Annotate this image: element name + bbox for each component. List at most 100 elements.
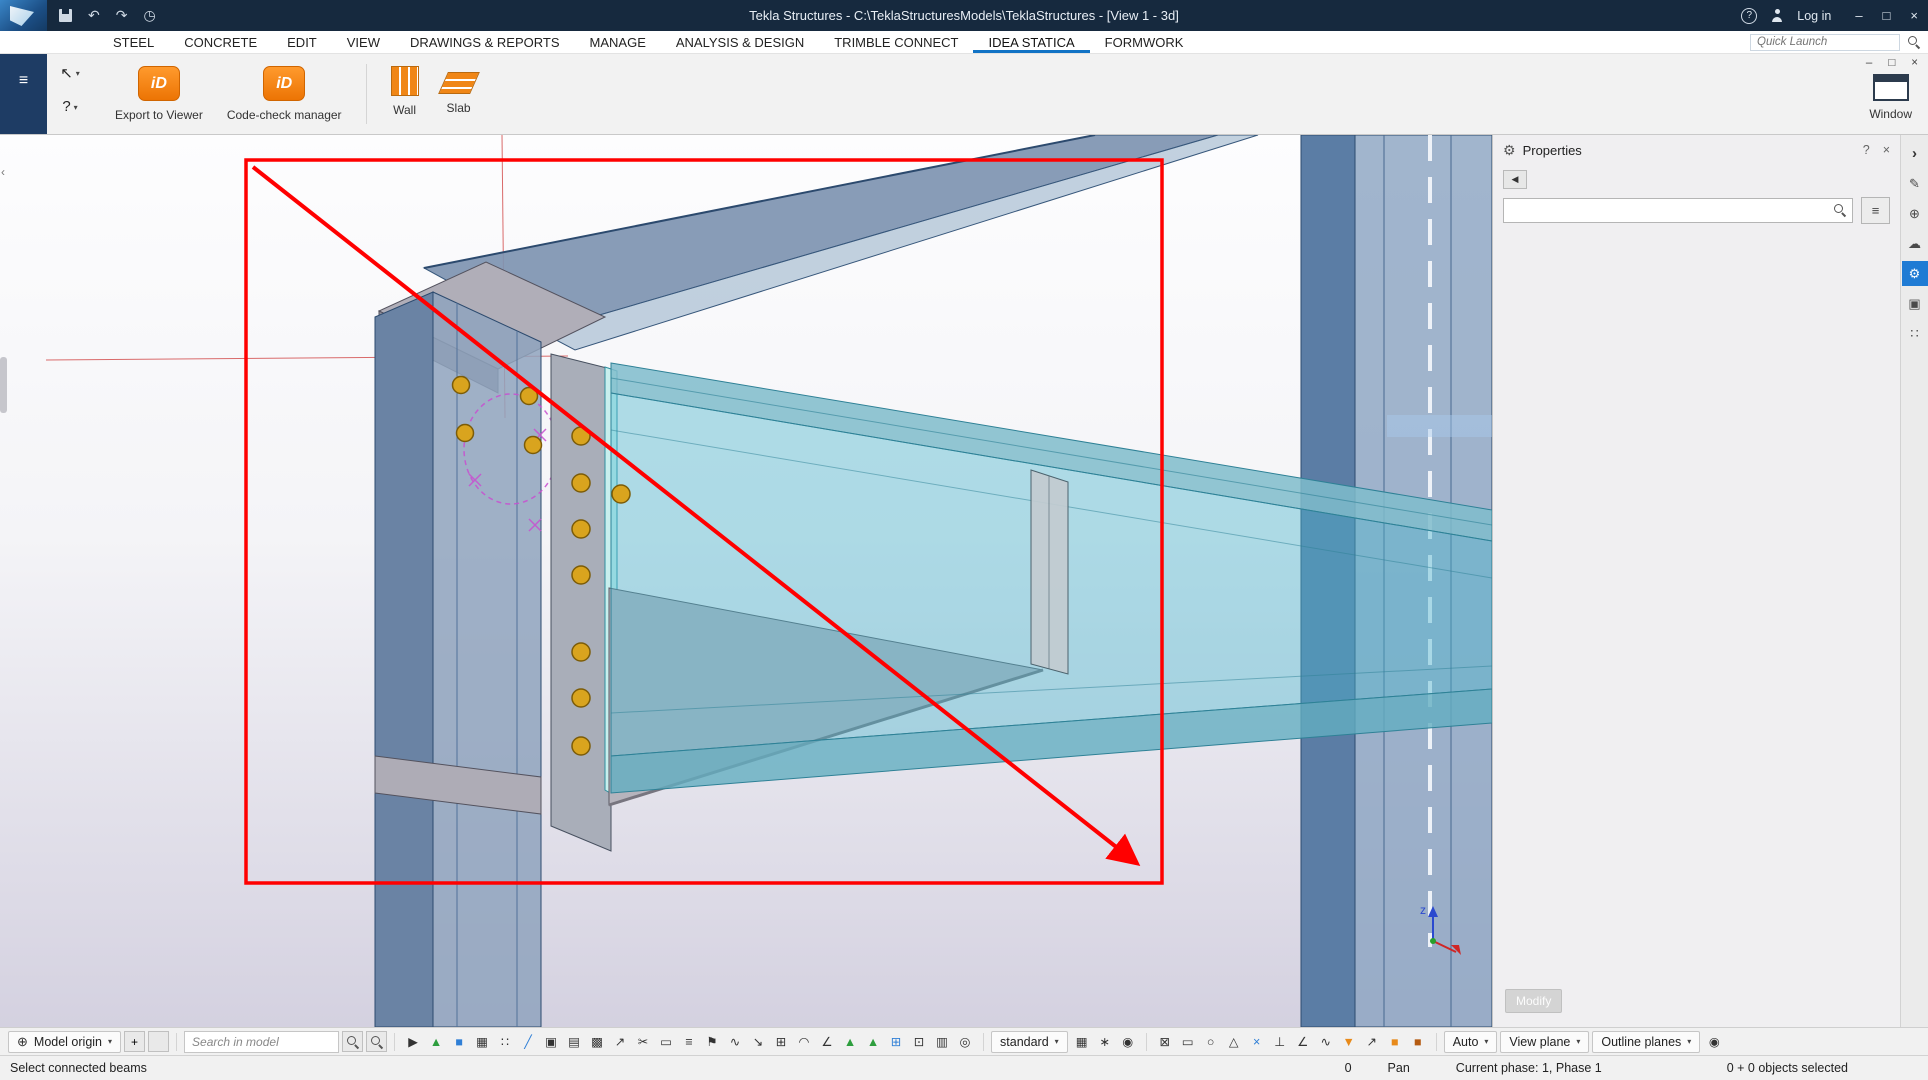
chevron-down-icon[interactable]: ▾: [74, 103, 78, 112]
trimble-connect-cloud-icon[interactable]: ☁: [1902, 231, 1928, 256]
snap-perpendicular-icon[interactable]: ⊥: [1269, 1031, 1291, 1053]
visibility-eye-icon[interactable]: ◉: [1117, 1031, 1139, 1053]
select-cuts-icon[interactable]: ✂: [632, 1031, 654, 1053]
context-help-tool-button[interactable]: ? ▾: [62, 98, 77, 115]
save-icon[interactable]: [59, 9, 72, 22]
snap-plane-icon[interactable]: ■: [1384, 1031, 1406, 1053]
tab-edit[interactable]: EDIT: [272, 31, 332, 53]
origin-toggle-button[interactable]: [148, 1031, 169, 1052]
model-search-input[interactable]: [184, 1031, 339, 1053]
snap-ortho-icon[interactable]: ■: [1407, 1031, 1429, 1053]
properties-search-input[interactable]: [1503, 198, 1853, 223]
tab-idea-statica[interactable]: IDEA STATICA: [973, 31, 1089, 53]
snap-depth-icon[interactable]: ▼: [1338, 1031, 1360, 1053]
select-lines-icon[interactable]: ╱: [517, 1031, 539, 1053]
select-grid-lines-icon[interactable]: ↗: [609, 1031, 631, 1053]
tab-analysis-design[interactable]: ANALYSIS & DESIGN: [661, 31, 819, 53]
reference-models-icon[interactable]: ⊕: [1902, 201, 1928, 226]
snap-midpoints-icon[interactable]: △: [1223, 1031, 1245, 1053]
select-flags-icon[interactable]: ⚑: [701, 1031, 723, 1053]
select-welds-icon[interactable]: ∿: [724, 1031, 746, 1053]
view-plane-dropdown[interactable]: View plane ▾: [1500, 1031, 1589, 1053]
select-rebar-icon[interactable]: ↘: [747, 1031, 769, 1053]
tab-steel[interactable]: STEEL: [98, 31, 169, 53]
login-link[interactable]: Log in: [1797, 9, 1831, 23]
code-check-manager-button[interactable]: iD Code-check manager: [217, 64, 352, 124]
select-reinforcement-icon[interactable]: ▥: [931, 1031, 953, 1053]
modify-button[interactable]: Modify: [1505, 989, 1562, 1013]
tab-manage[interactable]: MANAGE: [575, 31, 661, 53]
undo-icon[interactable]: ↶: [88, 7, 100, 24]
properties-help-icon[interactable]: ?: [1863, 143, 1870, 157]
select-components-icon[interactable]: ▲: [425, 1031, 447, 1053]
select-angles-icon[interactable]: ∠: [816, 1031, 838, 1053]
quick-launch-search-icon[interactable]: [1908, 36, 1920, 48]
tab-view[interactable]: VIEW: [332, 31, 395, 53]
model-origin-dropdown[interactable]: ⊕ Model origin ▾: [8, 1031, 121, 1053]
view-close-button[interactable]: ×: [1911, 57, 1918, 69]
snap-points-icon[interactable]: ⊠: [1154, 1031, 1176, 1053]
select-fittings-icon[interactable]: ≡: [678, 1031, 700, 1053]
properties-gear-icon[interactable]: ⚙: [1902, 261, 1928, 286]
applications-components-icon[interactable]: ∷: [1902, 321, 1928, 346]
tab-trimble-connect[interactable]: TRIMBLE CONNECT: [819, 31, 973, 53]
outline-visibility-icon[interactable]: ◉: [1703, 1031, 1725, 1053]
window-menu-button[interactable]: Window: [1869, 74, 1912, 121]
model-viewport[interactable]: ‹: [0, 135, 1492, 1027]
menu-burger-button[interactable]: ≡: [0, 54, 47, 134]
snap-circles-icon[interactable]: ○: [1200, 1031, 1222, 1053]
select-filter-zoom-icon[interactable]: ◎: [954, 1031, 976, 1053]
smart-select-icon[interactable]: ∗: [1094, 1031, 1116, 1053]
select-component-objects-icon[interactable]: ▲: [862, 1031, 884, 1053]
pen-drawings-icon[interactable]: ✎: [1902, 171, 1928, 196]
redo-icon[interactable]: ↷: [116, 7, 128, 24]
quick-launch-input[interactable]: [1750, 34, 1900, 51]
select-objects-icon[interactable]: ▦: [471, 1031, 493, 1053]
maximize-button[interactable]: □: [1883, 8, 1891, 23]
selection-filter-dropdown[interactable]: standard ▾: [991, 1031, 1068, 1053]
properties-close-icon[interactable]: ×: [1883, 143, 1890, 157]
export-to-viewer-button[interactable]: iD Export to Viewer: [105, 64, 213, 124]
minimize-button[interactable]: –: [1855, 8, 1862, 23]
search-icon[interactable]: [1834, 204, 1846, 216]
history-icon[interactable]: ◷: [143, 7, 155, 24]
snap-freelines-icon[interactable]: ∿: [1315, 1031, 1337, 1053]
tab-concrete[interactable]: CONCRETE: [169, 31, 272, 53]
chevron-down-icon[interactable]: ▾: [76, 69, 80, 78]
viewport-3d-scene[interactable]: z: [0, 135, 1492, 1027]
select-tool-button[interactable]: ↖ ▾: [60, 64, 80, 82]
tab-formwork[interactable]: FORMWORK: [1090, 31, 1199, 53]
select-parts-icon[interactable]: ■: [448, 1031, 470, 1053]
select-planes-icon[interactable]: ⊞: [885, 1031, 907, 1053]
snap-geometry-lines-icon[interactable]: ▭: [1177, 1031, 1199, 1053]
tab-drawings-reports[interactable]: DRAWINGS & REPORTS: [395, 31, 575, 53]
collapse-chevron-icon[interactable]: ›: [1902, 141, 1928, 166]
search-window-button[interactable]: [366, 1031, 387, 1052]
select-loads-icon[interactable]: ▲: [839, 1031, 861, 1053]
model-cube-icon[interactable]: ▣: [1902, 291, 1928, 316]
select-grids-icon[interactable]: ▩: [586, 1031, 608, 1053]
close-button[interactable]: ×: [1910, 8, 1918, 23]
wall-button[interactable]: Wall: [381, 64, 429, 119]
view-minimize-button[interactable]: –: [1866, 57, 1872, 69]
add-origin-button[interactable]: +: [124, 1031, 145, 1052]
select-bolts-icon[interactable]: ⊡: [908, 1031, 930, 1053]
select-points-icon[interactable]: ∷: [494, 1031, 516, 1053]
help-icon[interactable]: ?: [1741, 8, 1757, 24]
select-strands-icon[interactable]: ◠: [793, 1031, 815, 1053]
snap-intersections-icon[interactable]: ×: [1246, 1031, 1268, 1053]
outline-planes-dropdown[interactable]: Outline planes ▾: [1592, 1031, 1700, 1053]
snap-grid-icon[interactable]: ▦: [1071, 1031, 1093, 1053]
select-views-icon[interactable]: ▭: [655, 1031, 677, 1053]
select-cursor-icon[interactable]: ▶: [402, 1031, 424, 1053]
slab-button[interactable]: Slab: [433, 64, 485, 117]
search-model-button[interactable]: [342, 1031, 363, 1052]
snap-direction-icon[interactable]: ↗: [1361, 1031, 1383, 1053]
viewport-scroll-handle[interactable]: [0, 357, 7, 413]
view-restore-button[interactable]: □: [1888, 57, 1895, 69]
viewport-collapse-icon[interactable]: ‹: [1, 165, 5, 179]
properties-back-button[interactable]: ◀: [1503, 170, 1527, 189]
select-assemblies-icon[interactable]: ▣: [540, 1031, 562, 1053]
select-mesh-icon[interactable]: ⊞: [770, 1031, 792, 1053]
snap-angles-icon[interactable]: ∠: [1292, 1031, 1314, 1053]
